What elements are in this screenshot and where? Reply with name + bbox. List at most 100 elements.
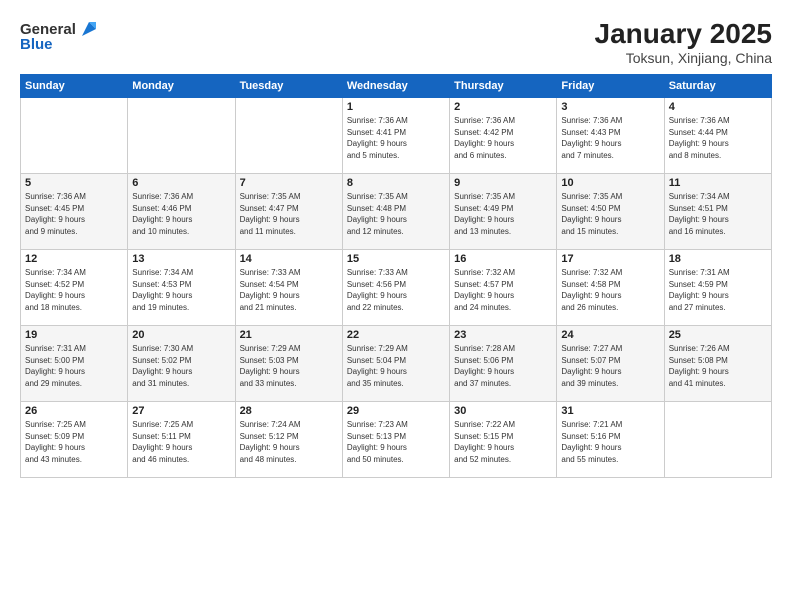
header-wednesday: Wednesday — [342, 75, 449, 98]
day-info: Sunrise: 7:27 AM Sunset: 5:07 PM Dayligh… — [561, 343, 659, 389]
day-cell — [235, 98, 342, 174]
day-cell: 2Sunrise: 7:36 AM Sunset: 4:42 PM Daylig… — [450, 98, 557, 174]
day-number: 16 — [454, 253, 552, 265]
day-cell: 29 Sunrise: 7:23 AM Sunset: 5:13 PM Dayli… — [342, 402, 449, 478]
logo-general: General — [20, 21, 76, 38]
day-cell: 7 Sunrise: 7:35 AM Sunset: 4:47 PM Daylig… — [235, 174, 342, 250]
day-number: 26 — [25, 405, 123, 417]
day-cell: 23 Sunrise: 7:28 AM Sunset: 5:06 PM Dayli… — [450, 326, 557, 402]
day-number: 22 — [347, 329, 445, 341]
day-number: 30 — [454, 405, 552, 417]
day-cell: 31 Sunrise: 7:21 AM Sunset: 5:16 PM Dayli… — [557, 402, 664, 478]
day-number: 23 — [454, 329, 552, 341]
day-cell — [128, 98, 235, 174]
day-number: 17 — [561, 253, 659, 265]
day-info: Sunrise: 7:31 AM Sunset: 4:59 PM Dayligh… — [669, 267, 767, 313]
day-number: 24 — [561, 329, 659, 341]
day-number: 25 — [669, 329, 767, 341]
day-info: Sunrise: 7:22 AM Sunset: 5:15 PM Dayligh… — [454, 419, 552, 465]
day-cell: 3Sunrise: 7:36 AM Sunset: 4:43 PM Daylig… — [557, 98, 664, 174]
day-number: 15 — [347, 253, 445, 265]
day-info: Sunrise: 7:24 AM Sunset: 5:12 PM Dayligh… — [240, 419, 338, 465]
day-number: 12 — [25, 253, 123, 265]
day-cell: 1 Sunrise: 7:36 AM Sunset: 4:41 PM Daylig… — [342, 98, 449, 174]
day-info: Sunrise: 7:36 AM Sunset: 4:41 PM Dayligh… — [347, 115, 445, 161]
day-cell: 10 Sunrise: 7:35 AM Sunset: 4:50 PM Dayli… — [557, 174, 664, 250]
day-number: 31 — [561, 405, 659, 417]
day-info: Sunrise: 7:28 AM Sunset: 5:06 PM Dayligh… — [454, 343, 552, 389]
day-info: Sunrise: 7:36 AM Sunset: 4:46 PM Dayligh… — [132, 191, 230, 237]
week-row-0: 1 Sunrise: 7:36 AM Sunset: 4:41 PM Daylig… — [21, 98, 772, 174]
week-row-4: 26 Sunrise: 7:25 AM Sunset: 5:09 PM Dayli… — [21, 402, 772, 478]
day-number: 4 — [669, 101, 767, 113]
day-number: 29 — [347, 405, 445, 417]
day-cell — [21, 98, 128, 174]
day-number: 1 — [347, 101, 445, 113]
location: Toksun, Xinjiang, China — [595, 50, 772, 66]
day-cell: 18 Sunrise: 7:31 AM Sunset: 4:59 PM Dayli… — [664, 250, 771, 326]
day-info: Sunrise: 7:31 AM Sunset: 5:00 PM Dayligh… — [25, 343, 123, 389]
header-friday: Friday — [557, 75, 664, 98]
logo: General Blue — [20, 18, 100, 53]
day-number: 18 — [669, 253, 767, 265]
day-number: 20 — [132, 329, 230, 341]
day-cell: 16Sunrise: 7:32 AM Sunset: 4:57 PM Dayli… — [450, 250, 557, 326]
day-info: Sunrise: 7:33 AM Sunset: 4:54 PM Dayligh… — [240, 267, 338, 313]
day-info: Sunrise: 7:35 AM Sunset: 4:50 PM Dayligh… — [561, 191, 659, 237]
day-number: 21 — [240, 329, 338, 341]
day-cell: 20 Sunrise: 7:30 AM Sunset: 5:02 PM Dayli… — [128, 326, 235, 402]
header-thursday: Thursday — [450, 75, 557, 98]
day-cell: 27Sunrise: 7:25 AM Sunset: 5:11 PM Dayli… — [128, 402, 235, 478]
day-cell: 9 Sunrise: 7:35 AM Sunset: 4:49 PM Daylig… — [450, 174, 557, 250]
day-info: Sunrise: 7:25 AM Sunset: 5:09 PM Dayligh… — [25, 419, 123, 465]
weekday-header-row: Sunday Monday Tuesday Wednesday Thursday… — [21, 75, 772, 98]
day-cell — [664, 402, 771, 478]
header: General Blue January 2025 Toksun, Xinjia… — [20, 18, 772, 66]
day-number: 10 — [561, 177, 659, 189]
day-cell: 17Sunrise: 7:32 AM Sunset: 4:58 PM Dayli… — [557, 250, 664, 326]
day-cell: 8 Sunrise: 7:35 AM Sunset: 4:48 PM Daylig… — [342, 174, 449, 250]
day-cell: 21 Sunrise: 7:29 AM Sunset: 5:03 PM Dayli… — [235, 326, 342, 402]
day-cell: 30 Sunrise: 7:22 AM Sunset: 5:15 PM Dayli… — [450, 402, 557, 478]
day-cell: 11Sunrise: 7:34 AM Sunset: 4:51 PM Dayli… — [664, 174, 771, 250]
day-info: Sunrise: 7:30 AM Sunset: 5:02 PM Dayligh… — [132, 343, 230, 389]
day-info: Sunrise: 7:26 AM Sunset: 5:08 PM Dayligh… — [669, 343, 767, 389]
title-block: January 2025 Toksun, Xinjiang, China — [595, 18, 772, 66]
week-row-2: 12 Sunrise: 7:34 AM Sunset: 4:52 PM Dayli… — [21, 250, 772, 326]
day-cell: 6 Sunrise: 7:36 AM Sunset: 4:46 PM Daylig… — [128, 174, 235, 250]
day-info: Sunrise: 7:34 AM Sunset: 4:52 PM Dayligh… — [25, 267, 123, 313]
day-cell: 4 Sunrise: 7:36 AM Sunset: 4:44 PM Daylig… — [664, 98, 771, 174]
day-number: 13 — [132, 253, 230, 265]
day-info: Sunrise: 7:36 AM Sunset: 4:44 PM Dayligh… — [669, 115, 767, 161]
day-number: 2 — [454, 101, 552, 113]
day-cell: 24 Sunrise: 7:27 AM Sunset: 5:07 PM Dayli… — [557, 326, 664, 402]
day-info: Sunrise: 7:35 AM Sunset: 4:47 PM Dayligh… — [240, 191, 338, 237]
day-cell: 28 Sunrise: 7:24 AM Sunset: 5:12 PM Dayli… — [235, 402, 342, 478]
day-info: Sunrise: 7:35 AM Sunset: 4:49 PM Dayligh… — [454, 191, 552, 237]
day-number: 19 — [25, 329, 123, 341]
day-number: 8 — [347, 177, 445, 189]
day-number: 6 — [132, 177, 230, 189]
day-cell: 22Sunrise: 7:29 AM Sunset: 5:04 PM Dayli… — [342, 326, 449, 402]
day-info: Sunrise: 7:25 AM Sunset: 5:11 PM Dayligh… — [132, 419, 230, 465]
logo-blue: Blue — [20, 36, 53, 53]
month-year: January 2025 — [595, 18, 772, 50]
day-info: Sunrise: 7:36 AM Sunset: 4:43 PM Dayligh… — [561, 115, 659, 161]
day-number: 11 — [669, 177, 767, 189]
day-info: Sunrise: 7:36 AM Sunset: 4:45 PM Dayligh… — [25, 191, 123, 237]
day-number: 28 — [240, 405, 338, 417]
day-info: Sunrise: 7:34 AM Sunset: 4:53 PM Dayligh… — [132, 267, 230, 313]
day-cell: 13 Sunrise: 7:34 AM Sunset: 4:53 PM Dayli… — [128, 250, 235, 326]
week-row-1: 5 Sunrise: 7:36 AM Sunset: 4:45 PM Daylig… — [21, 174, 772, 250]
day-info: Sunrise: 7:21 AM Sunset: 5:16 PM Dayligh… — [561, 419, 659, 465]
day-info: Sunrise: 7:35 AM Sunset: 4:48 PM Dayligh… — [347, 191, 445, 237]
day-number: 5 — [25, 177, 123, 189]
day-info: Sunrise: 7:33 AM Sunset: 4:56 PM Dayligh… — [347, 267, 445, 313]
header-sunday: Sunday — [21, 75, 128, 98]
day-number: 7 — [240, 177, 338, 189]
day-info: Sunrise: 7:29 AM Sunset: 5:03 PM Dayligh… — [240, 343, 338, 389]
day-number: 9 — [454, 177, 552, 189]
day-info: Sunrise: 7:23 AM Sunset: 5:13 PM Dayligh… — [347, 419, 445, 465]
calendar-page: General Blue January 2025 Toksun, Xinjia… — [0, 0, 792, 612]
calendar-table: Sunday Monday Tuesday Wednesday Thursday… — [20, 74, 772, 478]
